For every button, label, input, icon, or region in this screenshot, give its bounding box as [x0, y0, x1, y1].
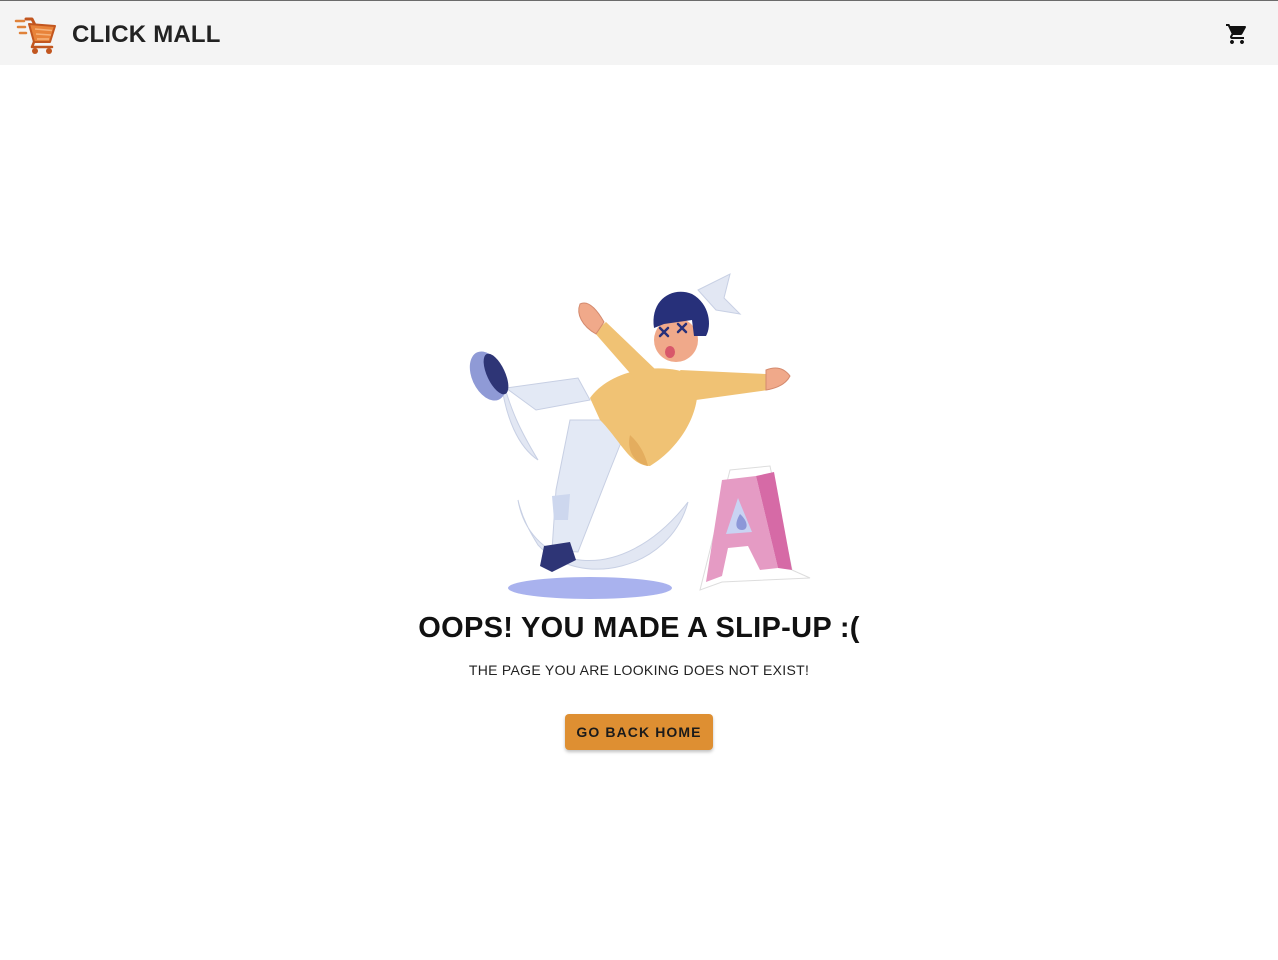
brand-home-link[interactable]: CLICK MALL [14, 15, 221, 55]
shopping-cart-logo-icon [14, 17, 56, 54]
shopping-cart-icon [1226, 24, 1247, 44]
person-slipping-on-wet-floor-illustration [469, 273, 811, 599]
cart-button[interactable] [1224, 21, 1250, 47]
go-back-home-button[interactable]: GO BACK HOME [565, 714, 713, 750]
app-bar: CLICK MALL [0, 0, 1278, 65]
brand-title: CLICK MALL [72, 21, 221, 48]
error-heading: OOPS! YOU MADE A SLIP-UP :( [418, 612, 860, 644]
not-found-content: OOPS! YOU MADE A SLIP-UP :( THE PAGE YOU… [0, 65, 1278, 960]
error-message: THE PAGE YOU ARE LOOKING DOES NOT EXIST! [468, 662, 810, 678]
